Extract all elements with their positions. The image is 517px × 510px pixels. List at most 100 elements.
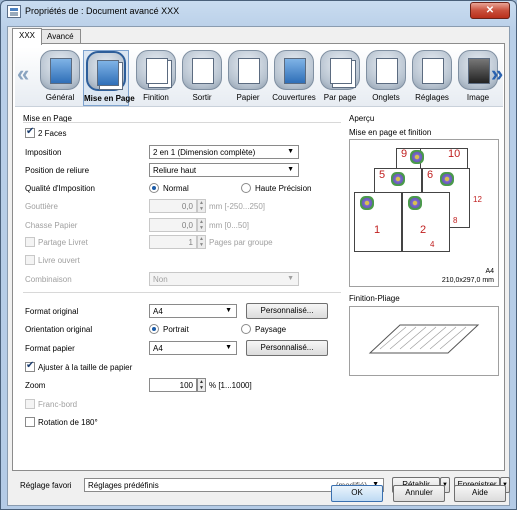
tab-panel: « Général Mise en Page Finition Sortir P… <box>12 43 505 471</box>
creep-unit: mm [0...50] <box>209 221 250 230</box>
gutter-label: Gouttière <box>25 202 58 211</box>
binding-select[interactable]: Reliure haut ▼ <box>149 163 299 177</box>
combination-value: Non <box>153 275 168 284</box>
scroll-right-icon[interactable]: » <box>491 61 503 87</box>
paper-format-label: Format papier <box>25 344 75 353</box>
page-number: 12 <box>473 195 482 204</box>
quality-normal-label: Normal <box>163 184 189 193</box>
zoom-stepper[interactable]: ▲ ▼ <box>197 378 206 392</box>
scroll-left-icon[interactable]: « <box>17 61 29 87</box>
split-booklet-checkbox[interactable] <box>25 237 35 247</box>
properties-dialog: Propriétés de : Document avancé XXX ✕ XX… <box>0 0 517 510</box>
zoom-label: Zoom <box>25 381 46 390</box>
category-output[interactable]: Sortir <box>179 50 225 106</box>
two-sided-checkbox[interactable] <box>25 126 35 138</box>
category-paper[interactable]: Papier <box>225 50 271 106</box>
category-settings[interactable]: Réglages <box>409 50 455 106</box>
two-sided-label: 2 Faces <box>38 129 67 138</box>
page-number: 8 <box>453 216 458 225</box>
page-number: 2 <box>420 224 427 236</box>
chevron-down-icon: ▼ <box>225 307 232 314</box>
finish-label: Finition-Pliage <box>349 294 400 303</box>
split-booklet-label: Partage Livret <box>38 238 88 247</box>
original-format-select[interactable]: A4 ▼ <box>149 304 237 318</box>
ok-button[interactable]: OK <box>331 485 383 502</box>
open-book-checkbox[interactable] <box>25 255 35 265</box>
tabs-icon <box>366 50 406 90</box>
paper-icon <box>228 50 268 90</box>
quality-high-label: Haute Précision <box>255 184 312 193</box>
flower-image-icon <box>410 150 424 164</box>
landscape-label: Paysage <box>255 325 287 334</box>
chevron-down-icon: ▼ <box>287 275 294 282</box>
page-number: 4 <box>430 240 435 249</box>
edge-to-edge-label: Franc-bord <box>38 400 78 409</box>
quality-high-radio[interactable] <box>241 183 251 193</box>
tab-advanced[interactable]: Avancé <box>40 29 81 44</box>
section-divider <box>23 292 341 293</box>
preview-title: Aperçu <box>349 114 375 123</box>
output-icon <box>182 50 222 90</box>
page-number: 10 <box>448 148 461 160</box>
dialog-client: XXX Avancé « Général Mise en Page Finiti… <box>7 26 510 506</box>
category-tabs[interactable]: Onglets <box>363 50 409 106</box>
category-per-page[interactable]: Par page <box>317 50 363 106</box>
rotate-180-checkbox[interactable] <box>25 417 35 427</box>
combination-select[interactable]: Non ▼ <box>149 272 299 286</box>
page-number: 5 <box>379 169 386 181</box>
landscape-radio[interactable] <box>241 324 251 334</box>
split-unit: Pages par groupe <box>209 238 273 247</box>
zoom-input[interactable]: 100 <box>149 378 197 392</box>
portrait-radio[interactable] <box>149 324 159 334</box>
open-book-label: Livre ouvert <box>38 256 80 265</box>
custom-paper-button[interactable]: Personnalisé... <box>246 340 328 356</box>
preview-paper-size: A4 <box>485 268 494 275</box>
gutter-unit: mm [-250...250] <box>209 202 266 211</box>
chevron-down-icon: ▼ <box>287 148 294 155</box>
help-button[interactable]: Aide <box>454 485 506 502</box>
rotate-180-label: Rotation de 180° <box>38 418 98 427</box>
creep-input[interactable]: 0,0 <box>149 218 197 232</box>
gutter-stepper[interactable]: ▲ ▼ <box>197 199 206 213</box>
favorites-label: Réglage favori <box>20 481 72 490</box>
creep-label: Chasse Papier <box>25 221 78 230</box>
paper-format-value: A4 <box>153 344 163 353</box>
creep-stepper[interactable]: ▲ ▼ <box>197 218 206 232</box>
cancel-button[interactable]: Annuler <box>393 485 445 502</box>
window-title: Propriétés de : Document avancé XXX <box>25 6 180 16</box>
printer-app-icon <box>7 5 21 18</box>
paper-format-select[interactable]: A4 ▼ <box>149 341 237 355</box>
section-divider <box>23 122 341 123</box>
imposition-value: 2 en 1 (Dimension complète) <box>153 148 256 157</box>
category-layout[interactable]: Mise en Page <box>83 50 135 106</box>
page-number: 1 <box>374 224 381 236</box>
favorites-value: Réglages prédéfinis <box>88 481 159 490</box>
combination-label: Combinaison <box>25 275 72 284</box>
original-format-value: A4 <box>153 307 163 316</box>
tab-xxx[interactable]: XXX <box>12 28 43 45</box>
edge-to-edge-checkbox[interactable] <box>25 399 35 409</box>
title-bar: Propriétés de : Document avancé XXX ✕ <box>1 1 516 23</box>
flower-image-icon <box>391 172 405 186</box>
original-format-label: Format original <box>25 307 79 316</box>
finish-preview <box>349 306 499 376</box>
per-page-icon <box>320 50 360 90</box>
layout-icon <box>86 51 126 91</box>
split-input[interactable]: 1 <box>149 235 197 249</box>
category-general[interactable]: Général <box>37 50 83 106</box>
fit-to-paper-label: Ajuster à la taille de papier <box>38 363 133 372</box>
imposition-select[interactable]: 2 en 1 (Dimension complète) ▼ <box>149 145 299 159</box>
category-finishing[interactable]: Finition <box>133 50 179 106</box>
custom-original-button[interactable]: Personnalisé... <box>246 303 328 319</box>
flower-image-icon <box>440 172 454 186</box>
fit-to-paper-checkbox[interactable] <box>25 360 35 372</box>
zoom-unit: % [1...1000] <box>209 381 252 390</box>
chevron-down-icon: ▼ <box>287 166 294 173</box>
settings-icon <box>412 50 452 90</box>
quality-normal-radio[interactable] <box>149 183 159 193</box>
chevron-down-icon: ▼ <box>225 344 232 351</box>
close-button[interactable]: ✕ <box>470 2 510 19</box>
split-stepper[interactable]: ▲ ▼ <box>197 235 206 249</box>
gutter-input[interactable]: 0,0 <box>149 199 197 213</box>
category-covers[interactable]: Couvertures <box>271 50 317 106</box>
